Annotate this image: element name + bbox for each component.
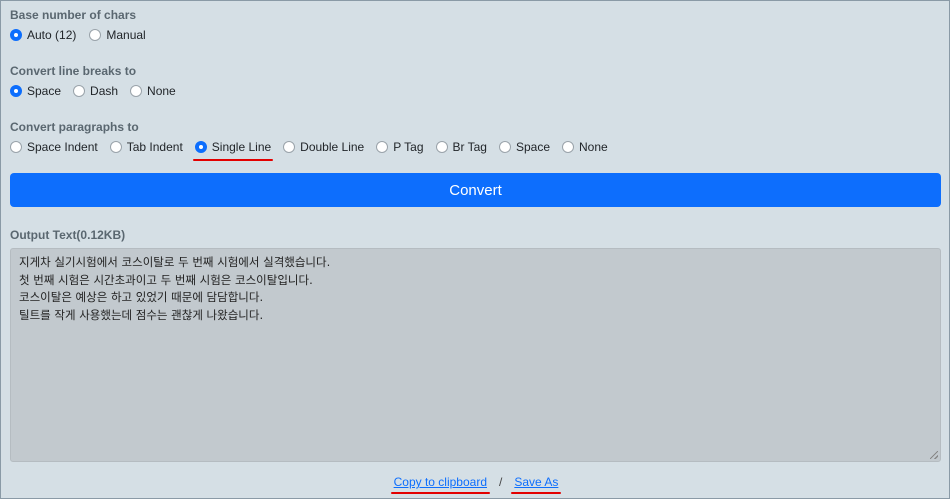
output-line: 지게차 실기시험에서 코스이탈로 두 번째 시험에서 실격했습니다. [19, 255, 331, 269]
radio-para-space-indent-label: Space Indent [27, 140, 98, 154]
radio-para-tab-indent-label: Tab Indent [126, 140, 183, 154]
output-textarea[interactable]: 지게차 실기시험에서 코스이탈로 두 번째 시험에서 실격했습니다. 첫 번째 … [10, 248, 941, 462]
radio-para-space-indent[interactable]: Space Indent [10, 140, 98, 154]
radio-linebreak-dash-label: Dash [90, 84, 119, 98]
radio-auto-circle[interactable] [10, 29, 22, 41]
radio-para-single-line-circle[interactable] [194, 141, 207, 153]
radio-para-none-label: None [579, 140, 608, 154]
radio-para-none[interactable]: None [562, 140, 608, 154]
radio-para-single-line-label: Single Line [211, 140, 272, 154]
output-line: 틸트를 작게 사용했는데 점수는 괜찮게 나왔습니다. [19, 307, 264, 322]
output-line: 코스이탈은 예상은 하고 있었기 때문에 담담합니다. [19, 290, 264, 304]
radio-para-single-line[interactable]: Single Line [192, 140, 274, 161]
radio-para-space-indent-circle[interactable] [10, 141, 22, 153]
convert-button[interactable]: Convert [10, 173, 941, 207]
radio-para-p-tag-label: P Tag [393, 140, 424, 154]
radio-para-br-tag-circle[interactable] [435, 141, 448, 153]
radio-auto[interactable]: Auto (12) [10, 28, 76, 42]
radio-manual-label: Manual [106, 28, 146, 42]
resize-handle-icon[interactable] [930, 451, 938, 459]
base-chars-radio-group: Auto (12) Manual [10, 28, 158, 42]
radio-para-tab-indent[interactable]: Tab Indent [109, 140, 183, 154]
radio-linebreak-none-label: None [147, 84, 176, 98]
line-breaks-label: Convert line breaks to [10, 64, 137, 78]
radio-linebreak-none[interactable]: None [130, 84, 176, 98]
radio-auto-label: Auto (12) [27, 28, 77, 42]
radio-para-double-line[interactable]: Double Line [283, 140, 364, 154]
radio-para-space[interactable]: Space [498, 140, 550, 154]
output-label: Output Text(0.12KB) [10, 228, 126, 242]
output-line: 첫 번째 시험은 시간초과이고 두 번째 시험은 코스이탈입니다. [19, 272, 313, 287]
radio-para-space-circle[interactable] [498, 141, 511, 153]
line-breaks-radio-group: Space Dash None [10, 84, 188, 98]
bottom-actions: Copy to clipboard / Save As [1, 475, 950, 494]
radio-para-space-label: Space [515, 140, 550, 154]
radio-para-p-tag[interactable]: P Tag [376, 140, 424, 154]
radio-manual[interactable]: Manual [89, 28, 146, 42]
radio-linebreak-space-circle[interactable] [10, 85, 22, 97]
radio-linebreak-none-circle[interactable] [130, 85, 143, 97]
radio-manual-circle[interactable] [89, 29, 102, 41]
copy-to-clipboard-link[interactable]: Copy to clipboard [390, 475, 491, 494]
radio-para-double-line-circle[interactable] [283, 141, 296, 153]
save-as-link[interactable]: Save As [511, 475, 562, 494]
radio-para-double-line-label: Double Line [300, 140, 365, 154]
radio-linebreak-dash[interactable]: Dash [73, 84, 118, 98]
radio-para-tab-indent-circle[interactable] [109, 141, 122, 153]
radio-para-p-tag-circle[interactable] [376, 141, 389, 153]
radio-linebreak-space-label: Space [27, 84, 62, 98]
base-chars-label: Base number of chars [10, 8, 137, 22]
paragraphs-radio-group: Space Indent Tab Indent Single Line Doub… [10, 140, 620, 161]
paragraphs-label: Convert paragraphs to [10, 120, 139, 134]
radio-linebreak-dash-circle[interactable] [73, 85, 86, 97]
radio-para-none-circle[interactable] [562, 141, 574, 153]
radio-linebreak-space[interactable]: Space [10, 84, 61, 98]
radio-para-br-tag-label: Br Tag [452, 140, 487, 154]
link-separator: / [499, 475, 503, 489]
radio-para-br-tag[interactable]: Br Tag [435, 140, 487, 154]
